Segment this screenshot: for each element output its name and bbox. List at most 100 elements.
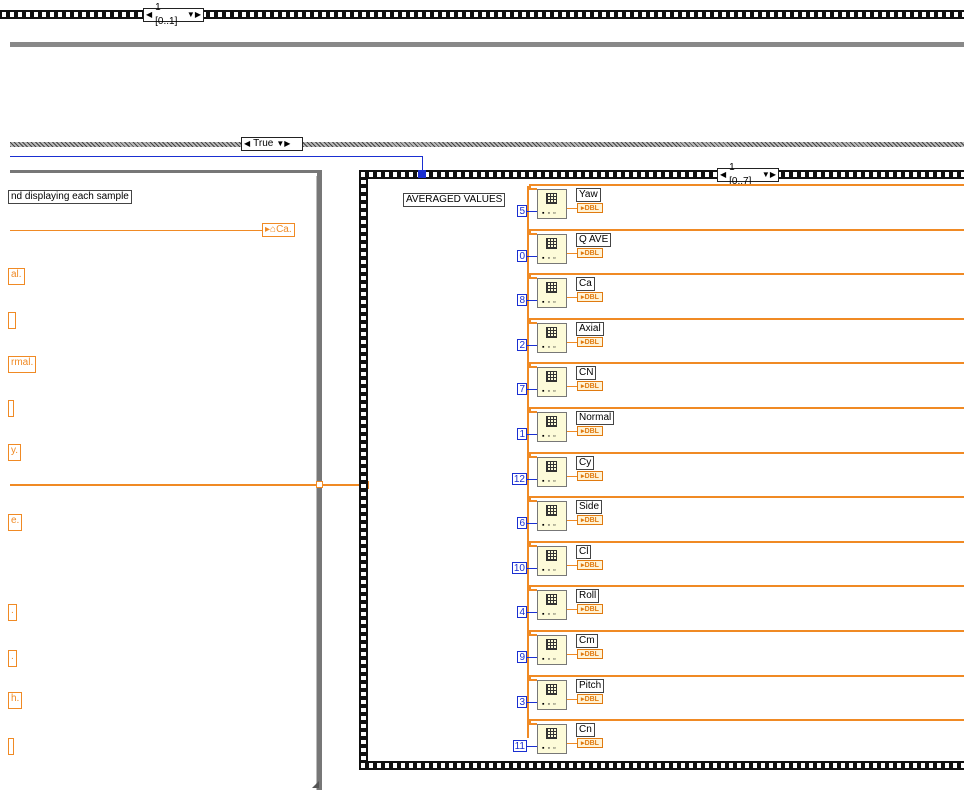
row-wire-to-node[interactable] (529, 277, 537, 279)
index-array-node[interactable]: ▪▫▫ (537, 457, 567, 487)
index-wire[interactable] (527, 300, 537, 301)
dbl-indicator[interactable]: ▸DBL (577, 292, 603, 302)
row-wire-top[interactable] (529, 719, 964, 721)
output-wire[interactable] (567, 208, 577, 209)
inner-dropdown-icon[interactable]: ▼▶ (762, 168, 776, 182)
row-wire-top[interactable] (529, 675, 964, 677)
left-stub-0[interactable]: al. (8, 268, 25, 285)
row-wire-to-node[interactable] (529, 723, 537, 725)
row-wire-to-node[interactable] (529, 188, 537, 190)
row-wire-to-node[interactable] (529, 500, 537, 502)
index-array-node[interactable]: ▪▫▫ (537, 412, 567, 442)
index-constant[interactable]: 1 (517, 428, 527, 440)
data-wire-main[interactable] (10, 484, 366, 486)
row-wire-top[interactable] (529, 362, 964, 364)
output-wire[interactable] (567, 342, 577, 343)
left-stub-9[interactable] (8, 738, 14, 755)
row-wire-to-node[interactable] (529, 456, 537, 458)
index-wire[interactable] (527, 612, 537, 613)
output-wire[interactable] (567, 431, 577, 432)
index-wire[interactable] (527, 746, 537, 747)
index-array-node[interactable]: ▪▫▫ (537, 680, 567, 710)
blue-wire-drop[interactable] (422, 156, 423, 170)
case-dropdown-icon[interactable]: ▼▶ (276, 137, 290, 151)
dbl-indicator[interactable]: ▸DBL (577, 649, 603, 659)
case-decrement-icon[interactable]: ◀ (244, 137, 250, 151)
resize-handle-icon[interactable] (312, 781, 319, 788)
index-constant[interactable]: 12 (511, 473, 527, 485)
index-wire[interactable] (527, 523, 537, 524)
index-constant[interactable]: 9 (517, 651, 527, 663)
output-wire[interactable] (567, 654, 577, 655)
index-wire[interactable] (527, 389, 537, 390)
index-constant[interactable]: 8 (517, 294, 527, 306)
row-wire-to-node[interactable] (529, 545, 537, 547)
case-selector[interactable]: ◀ True ▼▶ (241, 137, 303, 151)
index-array-node[interactable]: ▪▫▫ (537, 590, 567, 620)
row-wire-top[interactable] (529, 407, 964, 409)
ca-wire[interactable] (10, 230, 262, 231)
dbl-indicator[interactable]: ▸DBL (577, 203, 603, 213)
decrement-arrow-icon[interactable]: ◀ (146, 8, 152, 22)
index-array-node[interactable]: ▪▫▫ (537, 546, 567, 576)
index-wire[interactable] (527, 211, 537, 212)
row-wire-top[interactable] (529, 318, 964, 320)
output-wire[interactable] (567, 520, 577, 521)
left-stub-5[interactable]: e. (8, 514, 23, 531)
left-stub-3[interactable] (8, 400, 14, 417)
dbl-indicator[interactable]: ▸DBL (577, 337, 603, 347)
index-wire[interactable] (527, 702, 537, 703)
dropdown-arrow-icon[interactable]: ▼▶ (187, 8, 201, 22)
row-wire-to-node[interactable] (529, 366, 537, 368)
index-constant[interactable]: 2 (517, 339, 527, 351)
index-constant[interactable]: 0 (517, 250, 527, 262)
index-wire[interactable] (527, 256, 537, 257)
index-array-node[interactable]: ▪▫▫ (537, 367, 567, 397)
row-wire-to-node[interactable] (529, 679, 537, 681)
row-wire-to-node[interactable] (529, 322, 537, 324)
index-array-node[interactable]: ▪▫▫ (537, 635, 567, 665)
output-wire[interactable] (567, 297, 577, 298)
dbl-indicator[interactable]: ▸DBL (577, 560, 603, 570)
dbl-indicator[interactable]: ▸DBL (577, 426, 603, 436)
dbl-indicator[interactable]: ▸DBL (577, 515, 603, 525)
index-array-node[interactable]: ▪▫▫ (537, 724, 567, 754)
row-wire-top[interactable] (529, 496, 964, 498)
index-wire[interactable] (527, 657, 537, 658)
dbl-indicator[interactable]: ▸DBL (577, 248, 603, 258)
index-wire[interactable] (527, 568, 537, 569)
row-wire-top[interactable] (529, 452, 964, 454)
blue-wire[interactable] (10, 156, 423, 157)
left-stub-1[interactable] (8, 312, 16, 329)
index-constant[interactable]: 4 (517, 606, 527, 618)
index-constant[interactable]: 10 (511, 562, 527, 574)
index-array-node[interactable]: ▪▫▫ (537, 323, 567, 353)
dbl-indicator[interactable]: ▸DBL (577, 604, 603, 614)
bus-wire-vertical[interactable] (527, 186, 529, 738)
row-wire-top[interactable] (529, 585, 964, 587)
index-array-node[interactable]: ▪▫▫ (537, 234, 567, 264)
left-stub-7[interactable]: . (8, 650, 17, 667)
output-wire[interactable] (567, 476, 577, 477)
output-wire[interactable] (567, 565, 577, 566)
output-wire[interactable] (567, 743, 577, 744)
dbl-indicator[interactable]: ▸DBL (577, 381, 603, 391)
output-wire[interactable] (567, 699, 577, 700)
index-array-node[interactable]: ▪▫▫ (537, 189, 567, 219)
row-wire-top[interactable] (529, 630, 964, 632)
row-wire-to-node[interactable] (529, 411, 537, 413)
row-wire-to-node[interactable] (529, 634, 537, 636)
row-wire-to-node[interactable] (529, 589, 537, 591)
left-stub-2[interactable]: rmal. (8, 356, 37, 373)
dbl-indicator[interactable]: ▸DBL (577, 694, 603, 704)
tunnel-left[interactable] (316, 481, 323, 488)
left-stub-8[interactable]: h. (8, 692, 23, 709)
index-array-node[interactable]: ▪▫▫ (537, 278, 567, 308)
index-constant[interactable]: 3 (517, 696, 527, 708)
left-stub-4[interactable]: y. (8, 444, 22, 461)
index-wire[interactable] (527, 345, 537, 346)
index-array-node[interactable]: ▪▫▫ (537, 501, 567, 531)
ca-indicator[interactable]: ▸⌂Ca. (262, 223, 295, 237)
inner-decrement-icon[interactable]: ◀ (720, 168, 726, 182)
row-wire-top[interactable] (529, 184, 964, 186)
